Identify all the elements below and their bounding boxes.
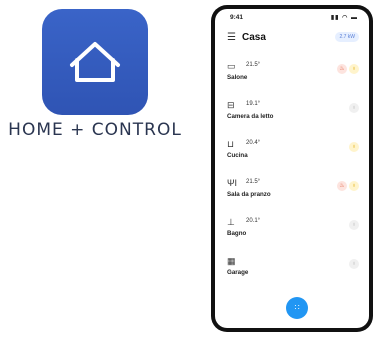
light-bulb-off-icon[interactable]: ♁ (349, 259, 359, 269)
house-outline-icon (70, 42, 120, 82)
room-sala-da-pranzo[interactable]: ΨΙ 21.5° Sala da pranzo ♨ ♁ (215, 178, 369, 212)
room-garage[interactable]: ▦ Garage ♁ (215, 256, 369, 290)
room-name: Salone (227, 74, 248, 81)
room-salone[interactable]: ▭ 21.5° Salone ♨ ♁ (215, 61, 369, 95)
room-name: Cucina (227, 152, 248, 159)
sofa-icon: ▭ (227, 61, 236, 71)
pot-icon: ⊔ (227, 139, 235, 149)
light-bulb-off-icon[interactable]: ♁ (349, 220, 359, 230)
room-temp: 21.5° (246, 62, 261, 68)
hamburger-icon[interactable]: ☰ (227, 33, 236, 43)
app-name: HOME + CONTROL (8, 120, 182, 140)
room-cucina[interactable]: ⊔ 20.4° Cucina ♁ (215, 139, 369, 173)
status-bar: 9:41 ▮▮ ◠ ▬ (215, 14, 369, 24)
grid-dots-icon[interactable]: ∷ (286, 297, 308, 319)
room-temp: 20.1° (246, 218, 261, 224)
room-camera-da-letto[interactable]: ⊟ 19.1° Camera da letto ♁ (215, 100, 369, 134)
app-screen: 9:41 ▮▮ ◠ ▬ ☰ Casa 2.7 kW ▭ 21.5° Salone… (215, 9, 369, 328)
cutlery-icon: ΨΙ (227, 178, 238, 188)
bathtub-icon: ⊥ (227, 217, 235, 227)
room-temp: 19.1° (246, 101, 261, 107)
home-title: Casa (242, 32, 266, 43)
light-bulb-on-icon[interactable]: ♁ (349, 64, 359, 74)
signal-wifi-battery-icon: ▮▮ ◠ ▬ (330, 15, 358, 21)
app-icon[interactable] (42, 9, 148, 115)
room-temp: 21.5° (246, 179, 261, 185)
room-name: Sala da pranzo (227, 191, 271, 198)
power-badge: 2.7 kW (335, 32, 359, 42)
light-bulb-off-icon[interactable]: ♁ (349, 103, 359, 113)
bed-icon: ⊟ (227, 100, 235, 110)
status-time: 9:41 (230, 14, 244, 21)
room-bagno[interactable]: ⊥ 20.1° Bagno ♁ (215, 217, 369, 251)
garage-icon: ▦ (227, 256, 236, 266)
room-name: Garage (227, 269, 249, 276)
light-bulb-on-icon[interactable]: ♁ (349, 142, 359, 152)
room-temp: 20.4° (246, 140, 261, 146)
light-bulb-on-icon[interactable]: ♁ (349, 181, 359, 191)
heating-icon[interactable]: ♨ (337, 64, 347, 74)
room-name: Bagno (227, 230, 247, 237)
phone-mockup: 9:41 ▮▮ ◠ ▬ ☰ Casa 2.7 kW ▭ 21.5° Salone… (211, 5, 373, 332)
heating-icon[interactable]: ♨ (337, 181, 347, 191)
header: ☰ Casa 2.7 kW (215, 31, 369, 47)
room-name: Camera da letto (227, 113, 274, 120)
